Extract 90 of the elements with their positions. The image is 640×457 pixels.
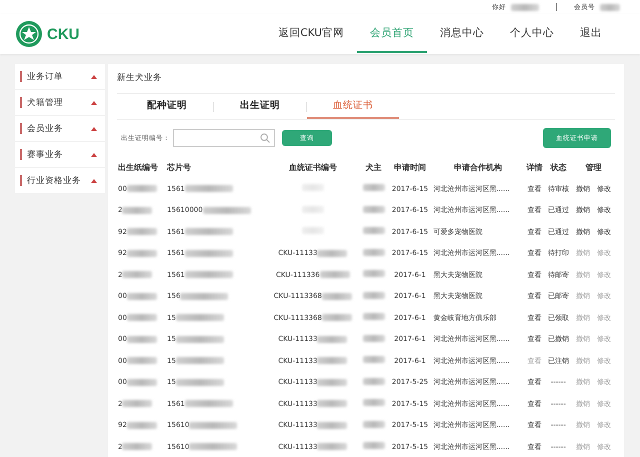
sidebar-item[interactable]: 行业资格业务 (15, 168, 105, 193)
accent-bar-icon (20, 97, 22, 108)
redacted-text (317, 443, 348, 450)
redacted-text (184, 185, 233, 192)
redacted-text (362, 399, 385, 406)
redacted-text (362, 334, 385, 342)
redacted-text (322, 314, 352, 322)
redacted-text (302, 206, 324, 213)
redacted-text (362, 227, 385, 234)
redacted-text (362, 206, 385, 213)
sidebar-item-label: 犬籍管理 (27, 96, 64, 108)
accent-bar-icon (20, 71, 22, 82)
redacted-text (126, 314, 157, 322)
redacted-text (126, 336, 157, 343)
redacted-text (122, 443, 152, 450)
redacted-text (176, 336, 224, 343)
accent-bar-icon (20, 149, 22, 160)
sidebar-item[interactable]: 犬籍管理 (15, 90, 105, 115)
redacted-text (176, 378, 224, 386)
column-header: 犬主 (364, 162, 383, 174)
redacted-text (362, 292, 385, 299)
sidebar-item-label: 行业资格业务 (27, 174, 82, 186)
nav-link[interactable]: 退出 (567, 16, 615, 52)
redacted-text (122, 271, 152, 278)
redacted-text (126, 422, 157, 429)
column-header: 血统证书编号 (288, 162, 338, 174)
sidebar-item[interactable]: 会员业务 (15, 116, 105, 141)
tab[interactable]: 配种证明 (121, 94, 213, 119)
redacted-text (126, 357, 157, 364)
tab[interactable]: 血统证书 (307, 94, 399, 119)
sidebar-item-label: 会员业务 (27, 122, 64, 134)
redacted-text (126, 292, 157, 300)
column-header: 状态 (549, 162, 568, 174)
redacted-text (122, 400, 152, 408)
redacted-text (362, 378, 385, 385)
redacted-text (184, 271, 233, 278)
search-field[interactable] (173, 129, 275, 147)
redacted-text (189, 422, 238, 429)
accent-bar-icon (20, 123, 22, 134)
redacted-text (126, 378, 157, 386)
redacted-text (317, 400, 348, 408)
redacted-text (362, 442, 385, 450)
redacted-text (302, 184, 324, 192)
sidebar-item[interactable]: 赛事业务 (15, 142, 105, 167)
redacted-text (189, 443, 238, 450)
redacted-text (317, 336, 348, 343)
redacted-text (362, 248, 385, 256)
nav-link[interactable]: 个人中心 (497, 16, 567, 52)
logo-emblem-icon (15, 20, 43, 48)
redacted-text (302, 227, 324, 234)
redacted-text (184, 400, 233, 408)
sidebar-item-label: 赛事业务 (27, 148, 64, 160)
nav-link[interactable]: 返回CKU官网 (265, 16, 357, 52)
redacted-text (362, 184, 385, 192)
redacted-text (317, 422, 348, 429)
sidebar-item-label: 业务订单 (27, 70, 64, 82)
logo-text: CKU (47, 26, 80, 42)
redacted-text (317, 357, 348, 364)
accent-bar-icon (20, 175, 22, 186)
redacted-text (362, 313, 385, 320)
redacted-text (320, 271, 350, 278)
column-header: 申请时间 (393, 162, 427, 174)
redacted-text (202, 206, 251, 214)
redacted-text (362, 356, 385, 364)
redacted-text (122, 206, 152, 214)
column-header: 管理 (584, 162, 602, 174)
column-header: 详情 (525, 162, 544, 174)
sidebar-item[interactable]: 业务订单 (15, 64, 105, 89)
search-icon (260, 133, 270, 143)
redacted-text (176, 314, 224, 322)
redacted-text (317, 378, 348, 386)
redacted-text (184, 228, 233, 236)
redacted-text (176, 357, 224, 364)
column-header: 出生纸编号 (117, 162, 159, 174)
redacted-text (126, 228, 157, 236)
tab[interactable]: 出生证明 (214, 94, 306, 119)
redacted-text (184, 250, 233, 257)
panel-title: 新生犬业务 (117, 64, 615, 94)
redacted-text (362, 420, 385, 428)
redacted-text (600, 4, 620, 10)
column-header: 申请合作机构 (453, 162, 504, 174)
redacted-text (317, 250, 348, 257)
column-header: 芯片号 (166, 162, 192, 174)
nav-link[interactable]: 消息中心 (427, 16, 497, 52)
redacted-text (126, 250, 157, 257)
redacted-text (511, 4, 539, 10)
redacted-text (126, 185, 157, 192)
redacted-text (362, 270, 385, 278)
redacted-text (180, 292, 228, 300)
redacted-text (322, 292, 352, 300)
